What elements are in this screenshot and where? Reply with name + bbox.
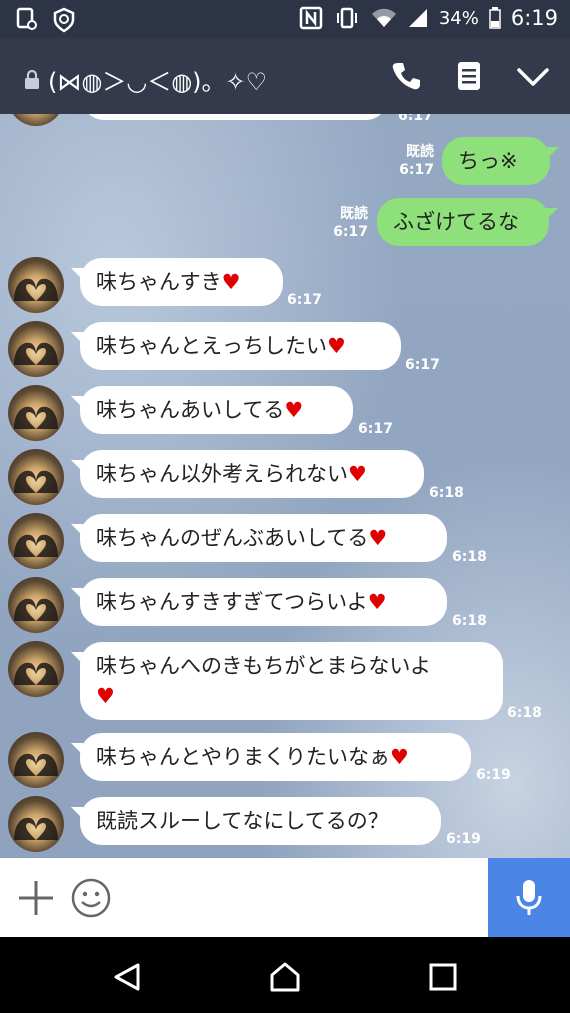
lock-icon xyxy=(25,69,39,89)
avatar[interactable] xyxy=(8,449,64,505)
message-time: 6:17 xyxy=(405,357,440,373)
battery-percent: 34% xyxy=(438,7,479,29)
avatar[interactable] xyxy=(8,385,64,441)
signal-icon xyxy=(408,9,427,27)
message-bubble-received[interactable]: 味ちゃんすきすぎてつらいよ♥ xyxy=(71,578,447,626)
heart-icon: ♥ xyxy=(348,462,367,486)
avatar[interactable] xyxy=(8,732,64,788)
back-icon[interactable] xyxy=(112,962,142,992)
chat-title: (⋈◍＞◡＜◍)。✧♡ xyxy=(48,68,268,96)
emoji-icon[interactable] xyxy=(70,877,112,919)
plus-icon[interactable] xyxy=(16,878,56,918)
heart-icon: ♥ xyxy=(390,745,409,769)
message-bubble-received[interactable]: 味ちゃんとえっちしたい♥ xyxy=(71,322,401,370)
message-bubble-received[interactable]: 味ちゃんへのきもちがとまらないよ ♥ xyxy=(71,642,503,720)
phone-icon[interactable] xyxy=(390,60,422,92)
message-bubble-received[interactable]: 味ちゃんのぜんぶあいしてる♥ xyxy=(71,514,447,562)
message-bubble-received[interactable]: 味ちゃんあいしてる♥ xyxy=(71,386,353,434)
nfc-icon xyxy=(299,6,323,30)
message-bubble-received[interactable]: 既読スルーしてなにしてるの？ xyxy=(71,797,441,845)
message-text: 味ちゃんあいしてる xyxy=(96,398,285,422)
partial-message-time: 6:17 xyxy=(398,114,433,124)
avatar[interactable] xyxy=(8,257,64,313)
avatar[interactable] xyxy=(8,796,64,852)
shield-icon xyxy=(53,7,75,33)
message-time: 6:18 xyxy=(452,613,487,629)
partial-message-bubble xyxy=(82,114,388,120)
message-time: 6:18 xyxy=(429,485,464,501)
message-text: 味ちゃんのぜんぶあいしてる xyxy=(96,526,369,550)
recents-icon[interactable] xyxy=(428,962,458,992)
avatar[interactable] xyxy=(8,321,64,377)
heart-icon: ♥ xyxy=(96,684,115,708)
avatar[interactable] xyxy=(8,513,64,569)
navigation-bar xyxy=(0,937,570,1013)
message-bubble-sent[interactable]: ふざけてるな xyxy=(377,198,558,246)
message-time: 6:19 xyxy=(446,831,481,847)
battery-icon xyxy=(489,7,501,29)
heart-icon: ♥ xyxy=(367,590,387,614)
clock: 6:19 xyxy=(510,6,558,30)
avatar[interactable] xyxy=(8,641,64,697)
chat-area[interactable]: 6:17 既読 6:17 ちっ※ 既読 6:17 ふざけてるな 味ちゃんすき♥ 6:… xyxy=(0,114,570,858)
vibrate-icon xyxy=(336,7,357,29)
message-text: 味ちゃんとえっちしたい xyxy=(96,334,327,358)
message-text: 既読スルーしてなにしてるの？ xyxy=(96,809,389,833)
message-time: 6:19 xyxy=(476,767,511,783)
read-receipt: 既読 6:17 xyxy=(333,206,368,240)
menu-icon[interactable] xyxy=(456,60,482,92)
wifi-icon xyxy=(371,8,396,27)
message-bubble-sent[interactable]: ちっ※ xyxy=(442,137,559,185)
read-receipt: 既読 6:17 xyxy=(399,144,434,178)
message-text: ちっ※ xyxy=(458,149,518,173)
message-bubble-received[interactable]: 味ちゃんとやりまくりたいなぁ♥ xyxy=(71,733,471,781)
heart-icon: ♥ xyxy=(284,398,304,422)
settings-screenshot-icon xyxy=(16,7,37,30)
message-text: 味ちゃんへのきもちがとまらないよ xyxy=(96,654,431,678)
message-text: 味ちゃん以外考えられない xyxy=(96,462,348,486)
message-bubble-received[interactable]: 味ちゃん以外考えられない♥ xyxy=(71,450,424,498)
message-text: ふざけてるな xyxy=(393,210,519,234)
voice-button[interactable] xyxy=(488,858,570,937)
avatar[interactable] xyxy=(8,577,64,633)
message-time: 6:18 xyxy=(452,549,487,565)
message-text: 味ちゃんとやりまくりたいなぁ xyxy=(96,745,390,769)
heart-icon: ♥ xyxy=(221,270,241,294)
avatar[interactable] xyxy=(8,114,64,126)
heart-icon: ♥ xyxy=(327,334,346,358)
message-time: 6:17 xyxy=(287,292,322,308)
message-time: 6:18 xyxy=(507,705,542,721)
chevron-down-icon[interactable] xyxy=(516,60,550,92)
message-bubble-received[interactable]: 味ちゃんすき♥ xyxy=(71,258,283,306)
message-text: 味ちゃんすきすぎてつらいよ xyxy=(96,590,368,614)
message-text: 味ちゃんすき xyxy=(96,270,222,294)
microphone-icon xyxy=(516,879,542,915)
home-icon[interactable] xyxy=(268,961,302,993)
chat-header: (⋈◍＞◡＜◍)。✧♡ xyxy=(0,38,570,114)
message-input-bar xyxy=(0,858,570,937)
message-time: 6:17 xyxy=(358,421,393,437)
status-bar: 34% 6:19 xyxy=(0,0,570,38)
heart-icon: ♥ xyxy=(368,526,388,550)
